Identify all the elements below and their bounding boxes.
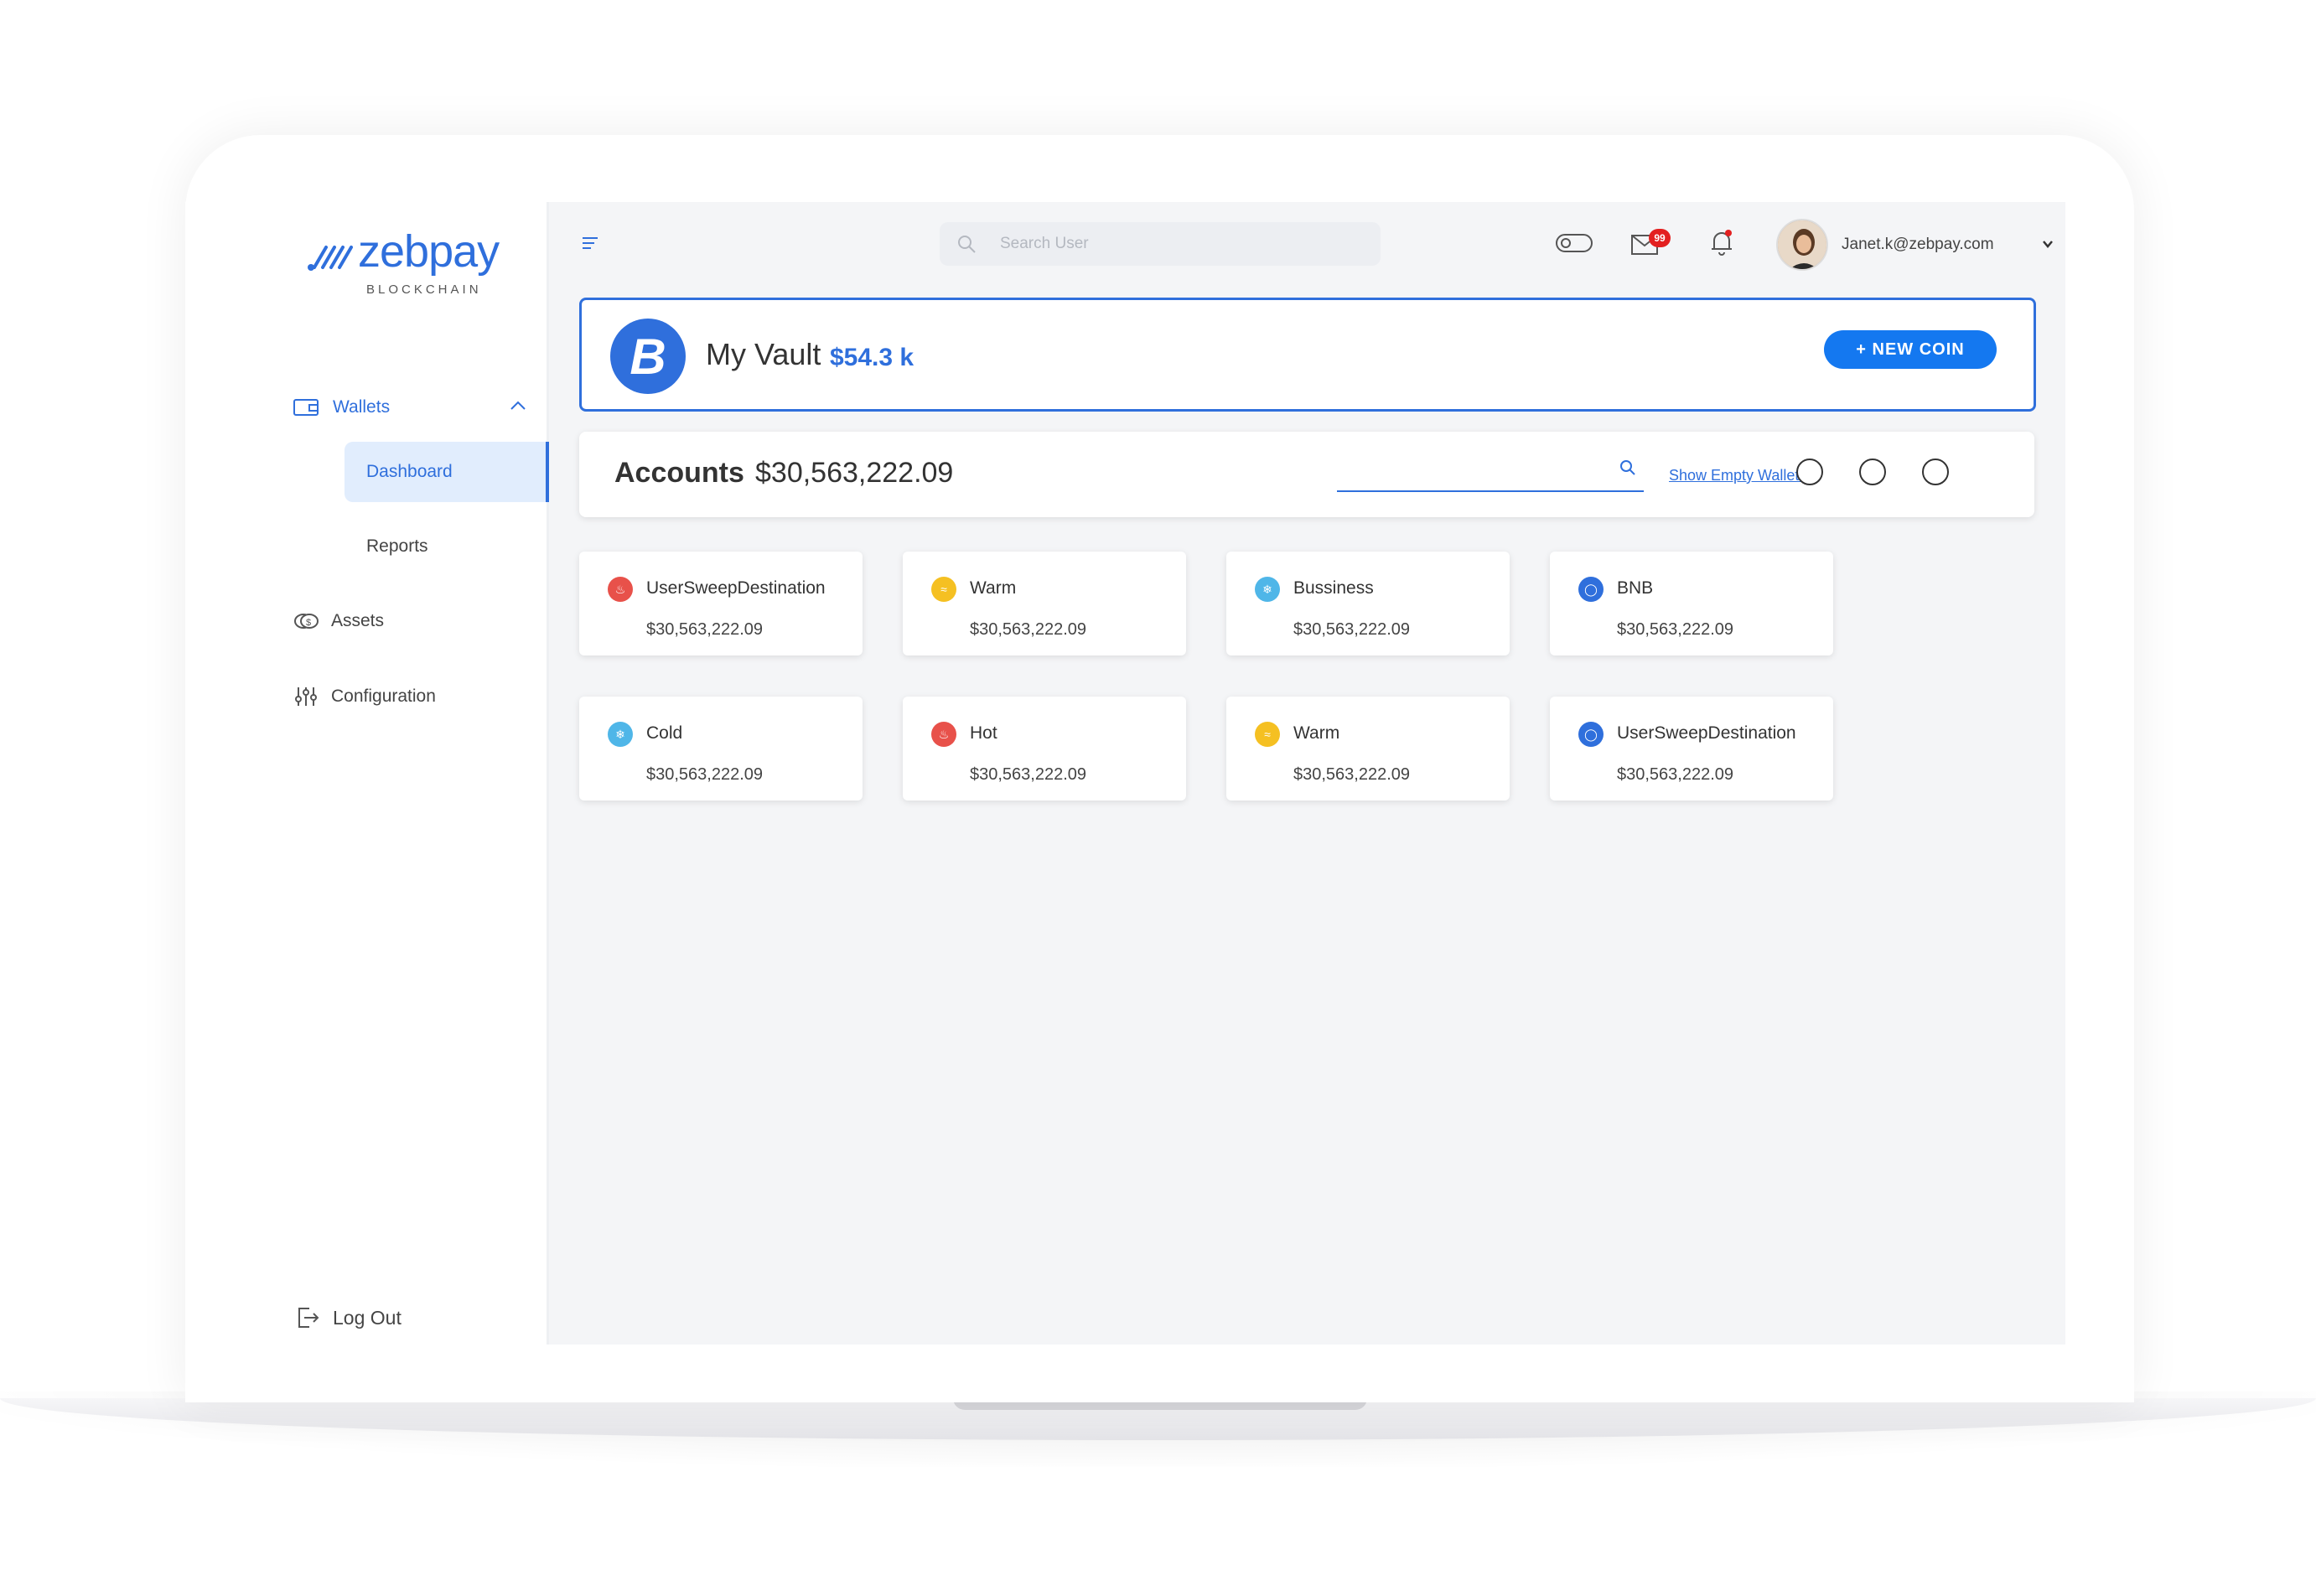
sidebar-item-label: Configuration [331,687,436,706]
wallet-card[interactable]: ♨ Hot $30,563,222.09 [903,697,1186,801]
wallet-name: Warm [970,578,1017,598]
logout-label: Log Out [333,1306,402,1329]
accounts-title: Accounts [614,457,744,489]
main-content: 99 Janet.k@zebpay.com B My Vault $54.3 k… [549,202,2065,1345]
toggle-icon[interactable] [1555,232,1593,254]
wallet-name: BNB [1617,578,1654,598]
wallet-amount: $30,563,222.09 [646,620,764,639]
zebpay-logo[interactable]: zebpay BLOCKCHAIN [306,222,507,297]
wallet-amount: $30,563,222.09 [646,765,764,784]
wallet-icon [293,399,319,416]
svg-text:$: $ [306,618,311,628]
shield-icon: ◯ [1578,577,1604,602]
vault-title: My Vault [706,337,821,371]
wallet-card[interactable]: ❄ Cold $30,563,222.09 [579,697,863,801]
wallet-card[interactable]: ❄ Bussiness $30,563,222.09 [1226,552,1510,656]
search-input[interactable] [1000,235,1335,253]
wallet-card[interactable]: ≈ Warm $30,563,222.09 [1226,697,1510,801]
shield-icon: ◯ [1578,722,1604,747]
wallet-card[interactable]: ≈ Warm $30,563,222.09 [903,552,1186,656]
menu-icon[interactable] [581,234,601,252]
fire-icon: ♨ [608,577,633,602]
accounts-bar: Accounts $30,563,222.09 Show Empty Walle… [579,432,2034,517]
brand-subtitle: BLOCKCHAIN [366,282,482,297]
wallet-card[interactable]: ♨ UserSweepDestination $30,563,222.09 [579,552,863,656]
wallet-amount: $30,563,222.09 [1293,765,1411,784]
sidebar-item-configuration[interactable]: Configuration [293,676,436,718]
vault-card: B My Vault $54.3 k + NEW COIN [579,298,2036,412]
chevron-down-icon[interactable] [2041,237,2054,251]
chevron-up-icon[interactable] [509,396,527,415]
wallet-card[interactable]: ◯ UserSweepDestination $30,563,222.09 [1550,697,1833,801]
user-email[interactable]: Janet.k@zebpay.com [1842,236,1994,254]
wallet-amount: $30,563,222.09 [1617,765,1734,784]
sidebar-item-label: Assets [331,611,385,630]
bell-icon[interactable] [1707,227,1736,257]
snowflake-icon: ❄ [608,722,633,747]
logout-button[interactable]: Log Out [294,1297,402,1339]
search-icon[interactable] [1619,459,1637,477]
wallet-amount: $30,563,222.09 [1617,620,1734,639]
logout-icon [298,1308,319,1328]
sidebar-item-reports[interactable]: Reports [345,516,549,577]
wallet-name: Hot [970,723,997,743]
fire-icon: ♨ [931,722,956,747]
wallet-card[interactable]: ◯ BNB $30,563,222.09 [1550,552,1833,656]
accounts-search-input[interactable] [1337,455,1644,492]
sidebar-item-wallets[interactable]: Wallets [293,386,536,428]
zebpay-logo-icon [308,246,353,271]
sidebar-item-dashboard[interactable]: Dashboard [345,442,549,502]
view-radio-2[interactable] [1859,459,1886,485]
wallet-name: UserSweepDestination [646,578,826,598]
user-search[interactable] [940,222,1381,266]
brand-name: zebpay [358,226,500,277]
avatar[interactable] [1776,219,1828,271]
show-empty-wallets-link[interactable]: Show Empty Wallets [1669,467,1806,484]
sliders-icon [295,687,317,706]
user-avatar-icon [1778,220,1826,269]
search-icon [958,236,976,253]
wallet-name: Bussiness [1293,578,1374,598]
warm-icon: ≈ [931,577,956,602]
warm-icon: ≈ [1255,722,1280,747]
accounts-total: $30,563,222.09 [755,457,954,489]
vault-value: $54.3 k [830,344,914,371]
wallet-name: Warm [1293,723,1340,743]
snowflake-icon: ❄ [1255,577,1280,602]
wallet-name: Cold [646,723,683,743]
sidebar: zebpay BLOCKCHAIN Wallets Dashboard Repo… [185,202,549,1345]
sidebar-item-label: Wallets [333,397,391,417]
bitcoin-icon: B [610,319,686,394]
sidebar-item-assets[interactable]: $ Assets [293,600,384,642]
wallet-amount: $30,563,222.09 [1293,620,1411,639]
view-radio-3[interactable] [1922,459,1949,485]
view-radio-1[interactable] [1796,459,1823,485]
wallet-amount: $30,563,222.09 [970,620,1087,639]
new-coin-button[interactable]: + NEW COIN [1824,330,1997,369]
wallet-name: UserSweepDestination [1617,723,1796,743]
coins-icon: $ [294,614,319,629]
wallet-amount: $30,563,222.09 [970,765,1087,784]
mail-badge: 99 [1649,229,1671,247]
app-screen: zebpay BLOCKCHAIN Wallets Dashboard Repo… [185,202,2065,1345]
